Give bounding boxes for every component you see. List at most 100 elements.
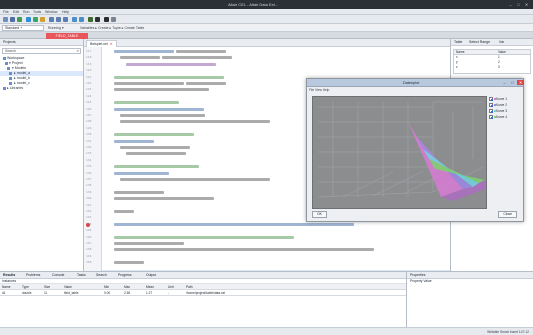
tab-select-range[interactable]: Select Range — [469, 40, 490, 44]
line-number: 141 — [86, 202, 92, 207]
table-row[interactable]: z3 — [454, 65, 530, 70]
3d-surface-plot[interactable] — [312, 96, 487, 209]
code-line — [120, 56, 160, 60]
paste-icon[interactable] — [63, 17, 68, 22]
code-line — [162, 56, 232, 60]
plot-minimize-button[interactable]: – — [501, 80, 508, 85]
line-number: 129 — [86, 125, 92, 130]
line-number: 124 — [86, 93, 92, 98]
editor-tab-bar: Beispiel.cel ✕ — [84, 39, 450, 47]
tree-item-label: ▾ Models — [11, 66, 26, 70]
editor-tab[interactable]: Beispiel.cel ✕ — [86, 40, 117, 47]
line-number: 136 — [86, 170, 92, 175]
code-line — [114, 82, 184, 85]
table-icon[interactable] — [88, 17, 93, 22]
monitor-icon[interactable] — [104, 17, 109, 22]
code-line — [114, 171, 169, 175]
status-text: Writable Smart Insert 147:12 — [487, 330, 529, 334]
cut-icon[interactable] — [49, 17, 54, 22]
save-icon[interactable] — [17, 17, 22, 22]
tab-var[interactable]: Var — [499, 40, 504, 44]
checkbox-icon[interactable] — [489, 103, 493, 107]
line-number: 137 — [86, 177, 92, 181]
legend-label: Kurve 1 — [496, 97, 507, 101]
close-tab-icon[interactable]: ✕ — [110, 42, 113, 46]
replace-icon[interactable] — [79, 17, 84, 22]
cell: 11 — [44, 291, 48, 295]
line-number: 126 — [86, 106, 92, 111]
run-icon[interactable] — [26, 17, 31, 22]
close-button[interactable]: ✕ — [524, 2, 529, 7]
tab-search[interactable]: Search — [96, 273, 107, 277]
tab-output[interactable]: Output — [146, 273, 156, 277]
tree-item[interactable]: ▸ Libraries — [0, 86, 83, 91]
plot-ok-button[interactable]: OK — [312, 211, 327, 218]
line-number: 148 — [86, 247, 92, 252]
plot-close-button[interactable]: ✕ — [517, 80, 524, 85]
code-line — [176, 50, 226, 53]
checkbox-icon[interactable] — [489, 97, 493, 101]
tab-results[interactable]: Results — [3, 273, 15, 277]
tab-table[interactable]: Table — [454, 40, 462, 44]
results-panel: Results Problems Console Tasks Search Pr… — [0, 271, 406, 327]
run-mode-selector[interactable]: Running ▾ — [48, 26, 64, 30]
window-title: Altair CEL - Altair Data Ext... — [228, 2, 279, 7]
project-selector[interactable]: Standard + — [2, 25, 44, 31]
checkbox-icon[interactable] — [489, 109, 493, 113]
tab-progress[interactable]: Progress — [118, 273, 132, 277]
code-line — [114, 222, 354, 226]
terminal-icon[interactable] — [95, 17, 100, 22]
checkbox-icon[interactable] — [489, 115, 493, 119]
menu-edit[interactable]: Edit — [13, 10, 19, 14]
code-line — [114, 197, 214, 201]
tab-tasks[interactable]: Tasks — [77, 273, 86, 277]
menu-run[interactable]: Run — [23, 10, 29, 14]
magnifier-icon: ⌕ — [76, 48, 79, 53]
line-number: 132 — [86, 145, 92, 149]
maximize-button[interactable]: □ — [516, 2, 521, 7]
search-icon[interactable] — [72, 17, 77, 22]
plot-window-title-bar[interactable]: Datenplot – □ ✕ — [307, 79, 524, 87]
menu-window[interactable]: Window — [45, 10, 57, 14]
legend-item[interactable]: Kurve 4 — [489, 114, 522, 120]
legend-swatch — [494, 104, 496, 106]
tree-item-label: ▸ model_b — [13, 76, 31, 80]
dropdown-icon[interactable] — [111, 17, 116, 22]
line-number: 138 — [86, 183, 92, 188]
cell: field_table — [64, 291, 79, 295]
properties-header: Property Value — [410, 279, 432, 283]
plot-close-dialog-button[interactable]: Close — [498, 211, 517, 218]
line-number: 131 — [86, 138, 92, 143]
plot-menu[interactable]: File View Help — [309, 88, 329, 92]
table-row[interactable]: d1 double 11 field_table 0.00 2.55 1.27 … — [0, 290, 406, 296]
code-line — [114, 165, 199, 169]
tree-item-label: ▸ model_c — [13, 81, 30, 85]
project-search-input[interactable]: Search ⌕ — [2, 48, 81, 54]
project-explorer-title: Projects — [0, 39, 83, 46]
line-number: 123 — [86, 87, 92, 92]
tab-problems[interactable]: Problems — [26, 273, 40, 277]
tree-item-label: ▸ Libraries — [7, 86, 24, 90]
code-line — [126, 62, 216, 66]
legend-label: Kurve 4 — [496, 115, 507, 119]
tab-console[interactable]: Console — [52, 273, 64, 277]
code-line — [120, 120, 270, 124]
legend-swatch — [494, 98, 496, 100]
code-line — [114, 133, 194, 137]
copy-icon[interactable] — [56, 17, 61, 22]
open-icon[interactable] — [10, 17, 15, 22]
minimize-button[interactable]: – — [508, 2, 513, 7]
menu-file[interactable]: File — [3, 10, 9, 14]
cell: - — [168, 291, 170, 295]
plot-window: Datenplot – □ ✕ File View Help Kurve 1 K… — [306, 78, 524, 222]
line-number: 118 — [86, 55, 92, 60]
breakpoint-icon[interactable] — [86, 223, 90, 227]
code-line — [114, 50, 174, 53]
debug-icon[interactable] — [33, 17, 38, 22]
menu-help[interactable]: Help — [62, 10, 69, 14]
menu-tools[interactable]: Tools — [33, 10, 41, 14]
plot-maximize-button[interactable]: □ — [509, 80, 516, 85]
code-line — [114, 139, 154, 143]
new-icon[interactable] — [3, 17, 8, 22]
build-icon[interactable] — [40, 17, 45, 22]
